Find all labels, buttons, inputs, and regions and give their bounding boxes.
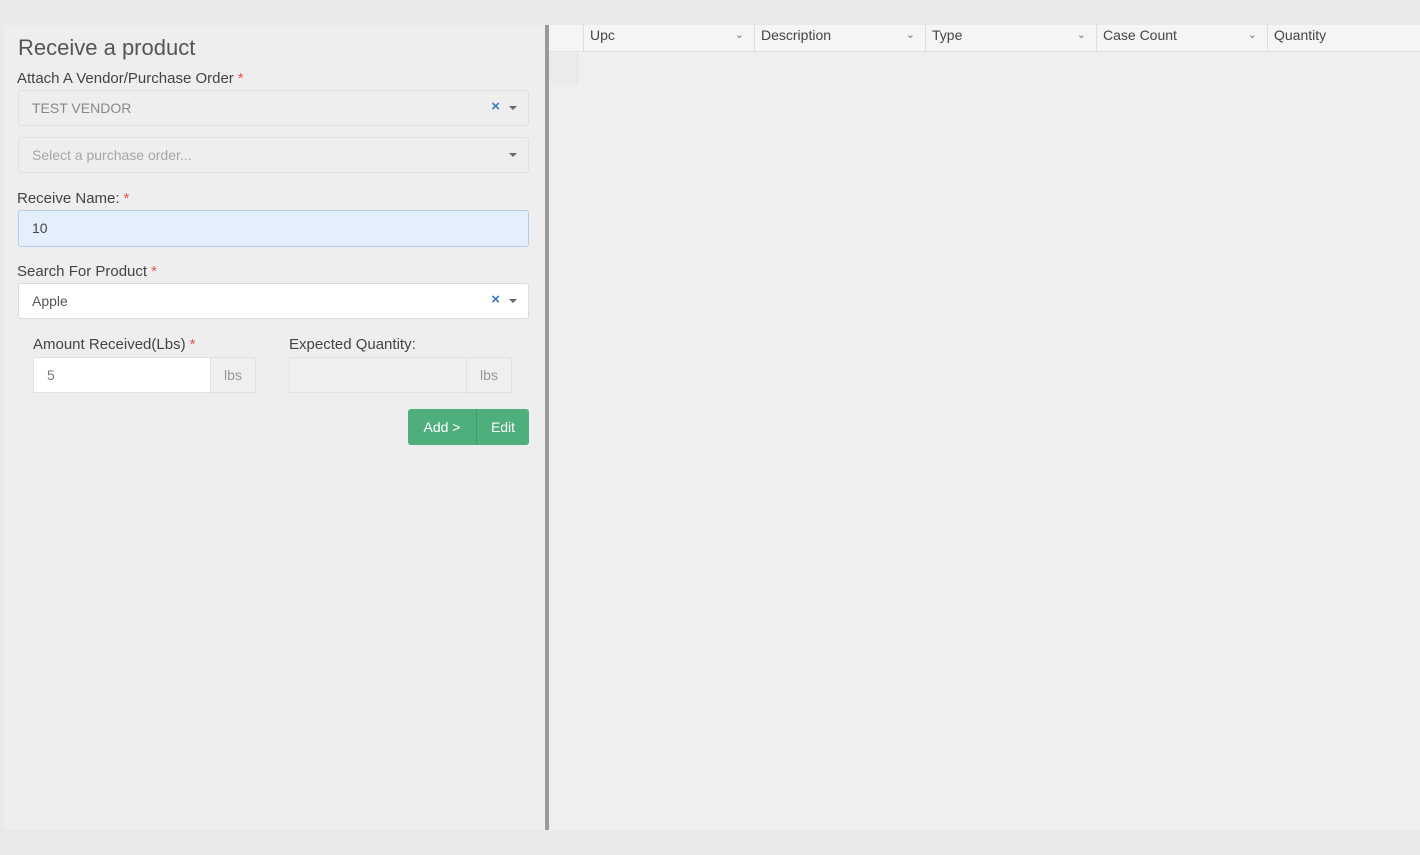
expected-quantity-input[interactable]: [289, 357, 467, 393]
product-select-value: Apple: [32, 293, 68, 309]
row-selector-cell: [549, 53, 578, 85]
chevron-down-icon[interactable]: [509, 153, 517, 157]
required-mark: *: [189, 336, 196, 353]
vendor-select[interactable]: TEST VENDOR ×: [18, 90, 529, 126]
row-selector-header: [549, 25, 583, 52]
column-label: Description: [761, 27, 832, 43]
column-header-upc[interactable]: Upc ⌄: [583, 25, 754, 52]
chevron-down-icon[interactable]: ⌄: [906, 28, 915, 41]
page-title: Receive a product: [18, 35, 196, 60]
expected-unit-addon: lbs: [466, 357, 512, 393]
chevron-down-icon[interactable]: [509, 106, 517, 110]
chevron-down-icon[interactable]: [509, 299, 517, 303]
app-frame: Receive a product Attach A Vendor/Purcha…: [0, 0, 1420, 855]
received-items-grid: Upc ⌄ Description ⌄ Type ⌄ Case Count ⌄ …: [549, 25, 1420, 830]
column-header-description[interactable]: Description ⌄: [754, 25, 925, 52]
product-label: Search For Product *: [17, 263, 157, 280]
receive-name-label: Receive Name: *: [17, 190, 129, 207]
product-label-text: Search For Product: [17, 263, 148, 280]
vendor-label-text: Attach A Vendor/Purchase Order: [17, 70, 234, 87]
grid-header: Upc ⌄ Description ⌄ Type ⌄ Case Count ⌄ …: [549, 25, 1420, 52]
column-label: Type: [932, 27, 963, 43]
purchase-order-placeholder: Select a purchase order...: [32, 147, 192, 163]
column-header-quantity[interactable]: Quantity: [1267, 25, 1420, 52]
amount-label-text: Amount Received(Lbs): [33, 336, 186, 353]
column-label: Case Count: [1103, 27, 1177, 43]
column-header-case-count[interactable]: Case Count ⌄: [1096, 25, 1267, 52]
amount-unit-addon: lbs: [210, 357, 256, 393]
chevron-down-icon[interactable]: ⌄: [735, 28, 744, 41]
receive-name-label-text: Receive Name:: [17, 190, 120, 207]
expected-quantity-label: Expected Quantity:: [289, 336, 416, 353]
purchase-order-select[interactable]: Select a purchase order...: [18, 137, 529, 173]
clear-vendor-icon[interactable]: ×: [491, 98, 500, 115]
column-label: Quantity: [1274, 27, 1327, 43]
amount-received-label: Amount Received(Lbs) *: [33, 336, 195, 353]
chevron-down-icon[interactable]: ⌄: [1077, 28, 1086, 41]
product-search-select[interactable]: Apple ×: [18, 283, 529, 319]
amount-received-input[interactable]: 5: [33, 357, 211, 393]
column-header-type[interactable]: Type ⌄: [925, 25, 1096, 52]
vendor-select-value: TEST VENDOR: [32, 100, 132, 116]
required-mark: *: [151, 263, 157, 280]
required-mark: *: [123, 190, 130, 207]
required-mark: *: [237, 70, 244, 87]
edit-button[interactable]: Edit: [476, 409, 529, 445]
receive-form-panel: Receive a product Attach A Vendor/Purcha…: [4, 25, 545, 830]
chevron-down-icon[interactable]: ⌄: [1248, 28, 1257, 41]
receive-name-input[interactable]: 10: [18, 210, 529, 247]
add-button[interactable]: Add >: [408, 409, 476, 445]
column-label: Upc: [590, 27, 615, 43]
vendor-label: Attach A Vendor/Purchase Order *: [17, 70, 244, 87]
clear-product-icon[interactable]: ×: [491, 291, 500, 308]
